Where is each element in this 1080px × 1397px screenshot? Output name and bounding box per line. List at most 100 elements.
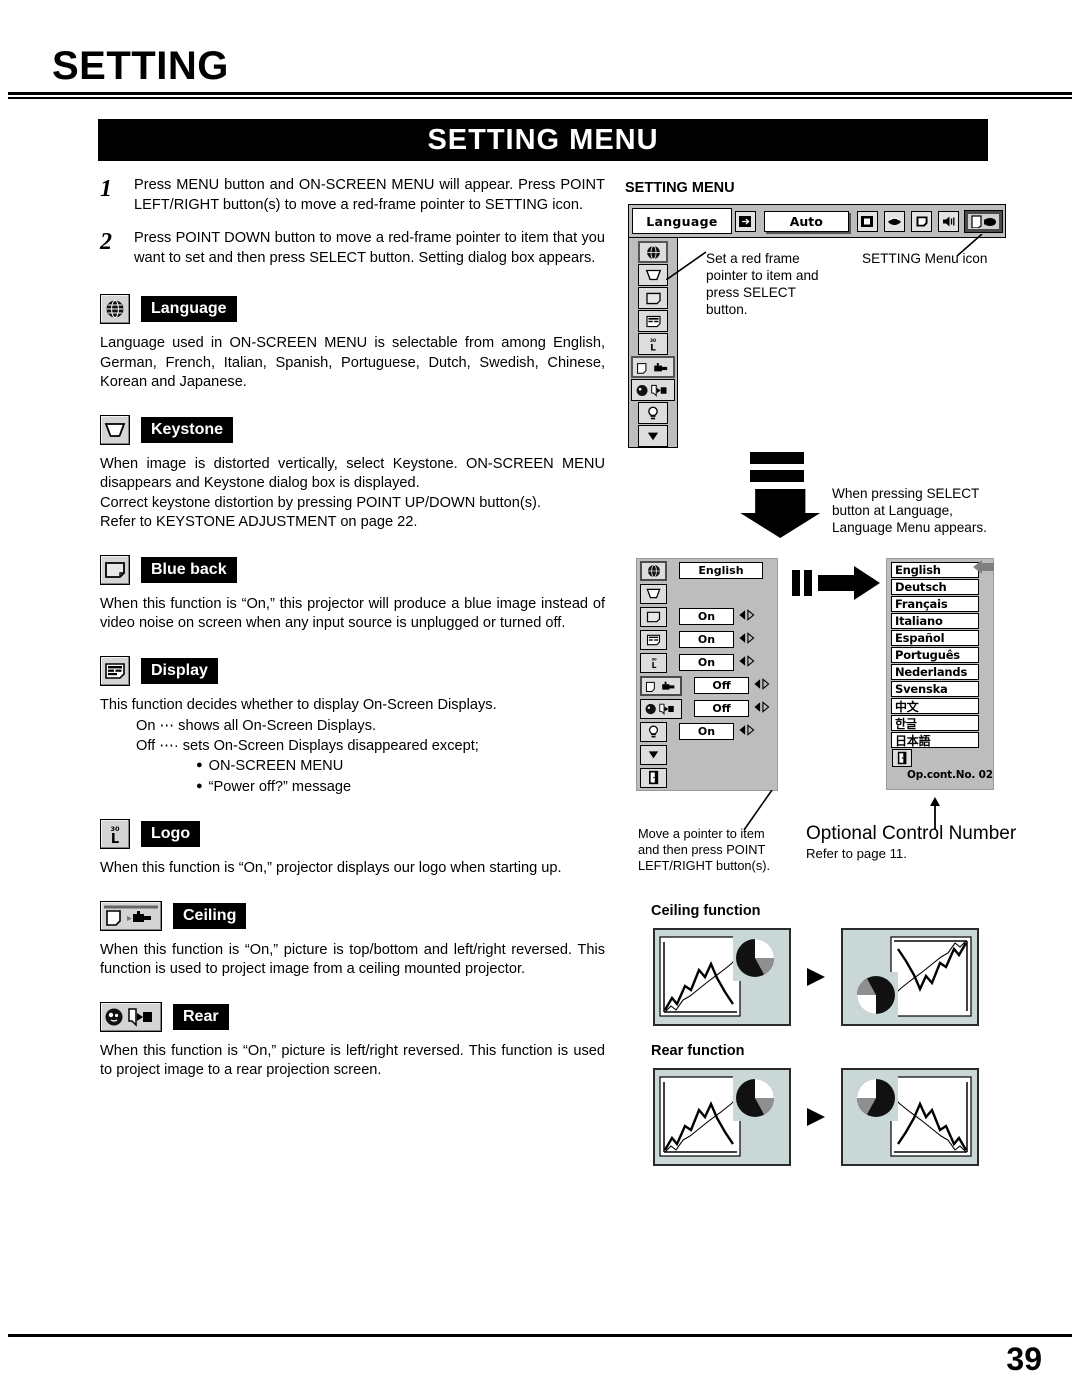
callout-red-frame: Set a red frame pointer to item and pres…: [706, 250, 856, 318]
language-item[interactable]: Français: [891, 596, 979, 612]
language-item[interactable]: 中文: [891, 698, 979, 714]
dialog-row[interactable]: Off: [637, 697, 777, 720]
dialog-value-language[interactable]: English: [679, 562, 763, 579]
callout-line-text: Move a pointer to item: [638, 826, 765, 841]
op-control-number: Op.cont.No. 02: [907, 769, 993, 781]
language-item[interactable]: 日本語: [891, 732, 979, 748]
manual-page: SETTING SETTING MENU 1 Press MENU button…: [0, 0, 1080, 1397]
osd-language-tab[interactable]: Language: [632, 208, 732, 234]
svg-text:L: L: [651, 661, 656, 670]
callout-line-text: pointer to item and: [706, 268, 819, 283]
globe-icon[interactable]: [640, 560, 667, 581]
ceiling-icon[interactable]: [640, 675, 682, 696]
language-item[interactable]: English: [891, 562, 979, 578]
callout-line-text: and then press POINT: [638, 842, 766, 857]
ceiling-icon: [100, 900, 162, 931]
step-number: 1: [100, 176, 112, 202]
image-icon[interactable]: [883, 210, 905, 232]
ceiling-figure: [653, 928, 979, 1026]
section-body: When this function is “On,” this project…: [100, 595, 605, 632]
left-right-arrows-icon[interactable]: [738, 608, 755, 626]
sound-icon[interactable]: [938, 210, 960, 232]
dialog-row[interactable]: 30 L On: [637, 651, 777, 674]
scroll-down-icon[interactable]: [640, 744, 667, 765]
language-item[interactable]: 한글: [891, 715, 979, 731]
left-right-arrows-icon[interactable]: [753, 700, 770, 718]
display-sub-item: ● “Power off?” message: [196, 777, 605, 798]
screen-icon[interactable]: [856, 210, 878, 232]
left-right-arrows-icon[interactable]: [738, 654, 755, 672]
language-menu-panel[interactable]: English Deutsch Français Italiano Españo…: [886, 558, 994, 790]
display-sub-item: ● ON-SCREEN MENU: [196, 756, 605, 777]
osd-setting-dialog[interactable]: English On On 30 L On Off Off On: [636, 558, 778, 791]
section-label: Blue back: [141, 556, 237, 583]
arrow-right-icon: [807, 968, 825, 986]
dialog-value-rear[interactable]: Off: [694, 700, 749, 717]
dialog-row[interactable]: On: [637, 720, 777, 743]
language-item[interactable]: Italiano: [891, 613, 979, 629]
section-keystone: Keystone When image is distorted vertica…: [100, 414, 605, 533]
dialog-row[interactable]: [637, 743, 777, 766]
blue-back-icon[interactable]: [638, 287, 668, 309]
rear-icon[interactable]: [640, 698, 682, 719]
left-right-arrows-icon[interactable]: [738, 723, 755, 741]
lamp-icon[interactable]: [638, 402, 668, 424]
dialog-row[interactable]: [637, 766, 777, 789]
step-text: Press MENU button and ON-SCREEN MENU wil…: [134, 177, 605, 213]
callout-line-text: When pressing SELECT: [832, 486, 980, 501]
osd-auto-button[interactable]: Auto: [764, 210, 849, 232]
keystone-icon[interactable]: [640, 583, 667, 604]
dialog-value-lamp[interactable]: On: [679, 723, 734, 740]
dialog-row[interactable]: On: [637, 628, 777, 651]
language-item[interactable]: Deutsch: [891, 579, 979, 595]
globe-icon[interactable]: [638, 241, 668, 263]
rear-figure: [653, 1068, 979, 1166]
step-1: 1 Press MENU button and ON-SCREEN MENU w…: [100, 176, 605, 215]
display-icon[interactable]: [638, 310, 668, 332]
step-2: 2 Press POINT DOWN button to move a red-…: [100, 229, 605, 268]
display-sub-item-label: ON-SCREEN MENU: [208, 758, 344, 774]
section-banner: SETTING MENU: [98, 119, 988, 161]
scroll-down-icon[interactable]: [638, 425, 668, 447]
dialog-value-display[interactable]: On: [679, 631, 734, 648]
language-item[interactable]: Español: [891, 630, 979, 646]
osd-menu-title: SETTING MENU: [625, 180, 735, 196]
input-icon[interactable]: [734, 210, 757, 232]
rear-icon[interactable]: [631, 379, 675, 401]
left-right-arrows-icon[interactable]: [738, 631, 755, 649]
display-icon[interactable]: [640, 629, 667, 650]
left-arrow-pointer-icon: [973, 560, 994, 574]
logo-icon[interactable]: 30 L: [640, 652, 667, 673]
setting-icon[interactable]: [964, 209, 1003, 233]
dialog-row[interactable]: On: [637, 605, 777, 628]
arrow-right-icon: [807, 1108, 825, 1126]
left-right-arrows-icon[interactable]: [753, 677, 770, 695]
dialog-value-ceiling[interactable]: Off: [694, 677, 749, 694]
language-item[interactable]: Português: [891, 647, 979, 663]
language-item[interactable]: Nederlands: [891, 664, 979, 680]
logo-icon[interactable]: 30 L: [638, 333, 668, 355]
page-title: SETTING: [52, 44, 229, 88]
ceiling-icon[interactable]: [631, 356, 675, 378]
header-rule: [8, 92, 1072, 95]
quit-icon[interactable]: [640, 767, 667, 788]
rear-figure-title: Rear function: [651, 1043, 745, 1059]
dialog-row[interactable]: English: [637, 559, 777, 582]
dialog-row[interactable]: Off: [637, 674, 777, 697]
lamp-icon[interactable]: [640, 721, 667, 742]
keystone-icon[interactable]: [638, 264, 668, 286]
callout-setting-menu-icon: SETTING Menu icon: [862, 251, 988, 266]
section-body: When this function is “On,” projector di…: [100, 860, 562, 876]
dialog-row[interactable]: [637, 582, 777, 605]
dialog-value-logo[interactable]: On: [679, 654, 734, 671]
dialog-value-blue-back[interactable]: On: [679, 608, 734, 625]
section-label: Ceiling: [173, 902, 247, 929]
blue-back-icon[interactable]: [640, 606, 667, 627]
pc-adjust-icon[interactable]: [910, 210, 933, 232]
rear-after-screen: [841, 1068, 979, 1166]
quit-icon[interactable]: [892, 749, 912, 767]
optional-control-block: Optional Control Number Refer to page 11…: [806, 823, 1016, 861]
callout-line-text: button at Language,: [832, 503, 953, 518]
osd-menu-bar[interactable]: Language Auto: [628, 204, 1006, 238]
language-item[interactable]: Svenska: [891, 681, 979, 697]
